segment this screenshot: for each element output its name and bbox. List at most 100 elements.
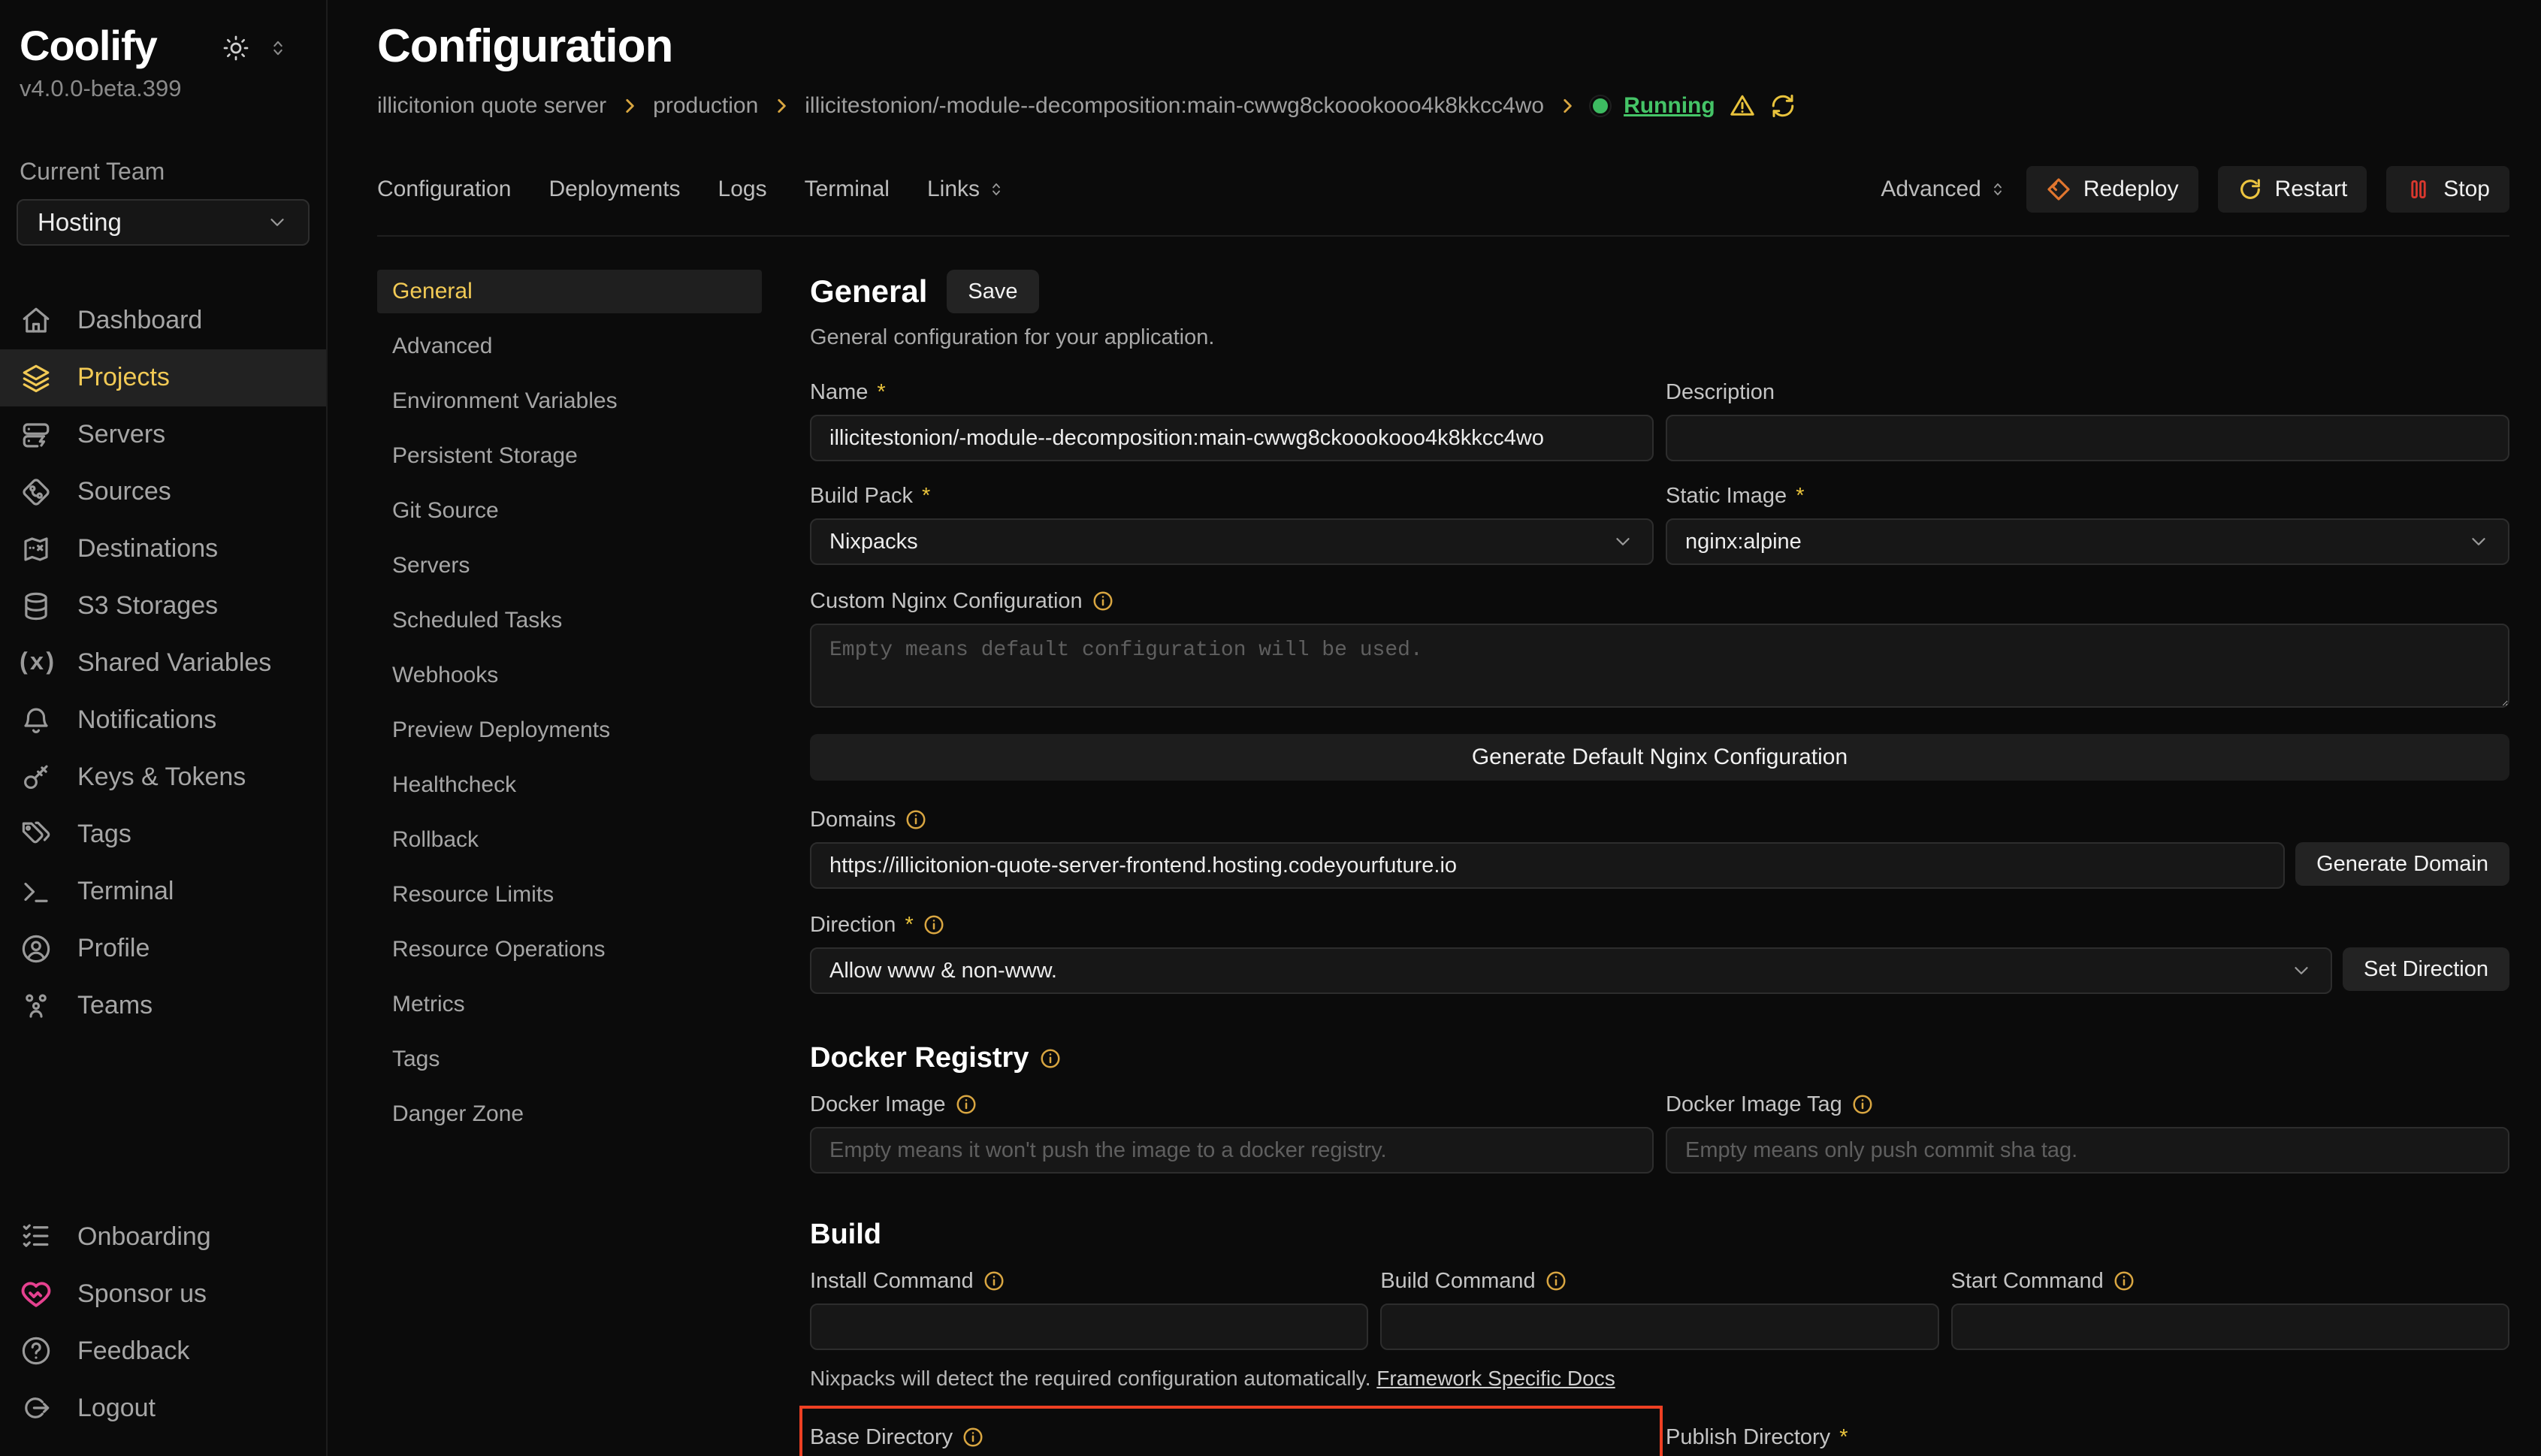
subnav-item-rollback[interactable]: Rollback [377, 818, 762, 862]
info-icon[interactable] [955, 1093, 977, 1116]
restart-button[interactable]: Restart [2218, 166, 2367, 213]
subnav-item-danger-zone[interactable]: Danger Zone [377, 1092, 762, 1136]
refresh-icon[interactable] [1769, 92, 1796, 119]
domains-label: Domains [810, 808, 896, 832]
sidebar-item-notifications[interactable]: Notifications [0, 692, 326, 749]
status-running-link[interactable]: Running [1624, 93, 1715, 119]
info-icon[interactable] [1851, 1093, 1874, 1116]
framework-docs-link[interactable]: Framework Specific Docs [1376, 1367, 1615, 1390]
set-direction-button[interactable]: Set Direction [2343, 947, 2509, 991]
static-image-select[interactable]: nginx:alpine [1666, 518, 2509, 565]
theme-toggle-sun-icon[interactable] [222, 35, 249, 62]
docker-image-input[interactable] [810, 1127, 1654, 1174]
sidebar-item-sources[interactable]: Sources [0, 464, 326, 521]
sidebar-item-keys-tokens[interactable]: Keys & Tokens [0, 749, 326, 806]
key-icon [20, 762, 52, 793]
sidebar-item-logout[interactable]: Logout [0, 1379, 326, 1436]
sidebar-item-sponsor[interactable]: Sponsor us [0, 1265, 326, 1322]
info-icon[interactable] [2113, 1270, 2135, 1292]
start-command-label: Start Command [1951, 1269, 2104, 1294]
sidebar-item-destinations[interactable]: Destinations [0, 521, 326, 578]
subnav-item-resource-operations[interactable]: Resource Operations [377, 928, 762, 971]
bell-icon [20, 705, 52, 736]
breadcrumb-project[interactable]: illicitonion quote server [377, 93, 606, 119]
tab-logs[interactable]: Logs [718, 177, 767, 202]
team-select[interactable]: Hosting [17, 199, 310, 246]
config-subnav: General Advanced Environment Variables P… [377, 270, 762, 1456]
logout-icon [20, 1392, 52, 1424]
name-input[interactable] [810, 415, 1654, 461]
subnav-item-metrics[interactable]: Metrics [377, 983, 762, 1026]
sidebar-item-dashboard[interactable]: Dashboard [0, 292, 326, 349]
generate-nginx-config-button[interactable]: Generate Default Nginx Configuration [810, 734, 2509, 781]
tab-configuration[interactable]: Configuration [377, 177, 511, 202]
start-command-input[interactable] [1951, 1303, 2509, 1350]
domains-field: Domains Generate Domain [810, 803, 2509, 889]
sidebar-item-terminal[interactable]: Terminal [0, 863, 326, 920]
advanced-dropdown[interactable]: Advanced [1881, 177, 2006, 202]
subnav-item-healthcheck[interactable]: Healthcheck [377, 763, 762, 807]
build-command-field: Build Command [1380, 1264, 1938, 1350]
sidebar-item-s3-storages[interactable]: S3 Storages [0, 578, 326, 635]
tab-deployments[interactable]: Deployments [548, 177, 680, 202]
sidebar-item-projects[interactable]: Projects [0, 349, 326, 406]
stop-button[interactable]: Stop [2386, 166, 2509, 213]
domains-input[interactable] [810, 842, 2285, 889]
info-icon[interactable] [923, 914, 945, 936]
docker-image-tag-input[interactable] [1666, 1127, 2509, 1174]
build-pack-value: Nixpacks [829, 530, 918, 554]
install-command-input[interactable] [810, 1303, 1368, 1350]
info-icon[interactable] [1039, 1047, 1062, 1070]
sidebar-item-onboarding[interactable]: Onboarding [0, 1208, 326, 1265]
static-image-value: nginx:alpine [1685, 530, 1802, 554]
sidebar-item-label: Feedback [77, 1337, 189, 1366]
page-title: Configuration [377, 20, 2509, 73]
subnav-item-webhooks[interactable]: Webhooks [377, 654, 762, 697]
chevron-down-icon [1612, 530, 1634, 553]
docker-image-label: Docker Image [810, 1092, 946, 1117]
page-body: General Advanced Environment Variables P… [328, 237, 2541, 1456]
heart-handshake-icon [20, 1278, 52, 1309]
subnav-item-servers[interactable]: Servers [377, 544, 762, 588]
build-command-label: Build Command [1380, 1269, 1535, 1294]
version-selector-icon[interactable] [267, 38, 289, 59]
tab-links[interactable]: Links [927, 177, 1005, 202]
sidebar-item-label: Onboarding [77, 1222, 211, 1252]
home-icon [20, 305, 52, 337]
sidebar-item-shared-variables[interactable]: (x) Shared Variables [0, 635, 326, 692]
subnav-item-scheduled-tasks[interactable]: Scheduled Tasks [377, 599, 762, 642]
build-command-input[interactable] [1380, 1303, 1938, 1350]
layers-icon [20, 362, 52, 394]
direction-select[interactable]: Allow www & non-www. [810, 947, 2332, 994]
sidebar-item-servers[interactable]: Servers [0, 406, 326, 464]
subnav-item-environment-variables[interactable]: Environment Variables [377, 379, 762, 423]
save-button[interactable]: Save [947, 270, 1038, 313]
info-icon[interactable] [962, 1426, 984, 1448]
description-input[interactable] [1666, 415, 2509, 461]
custom-nginx-textarea[interactable] [810, 624, 2509, 708]
subnav-item-tags[interactable]: Tags [377, 1038, 762, 1081]
sidebar-item-profile[interactable]: Profile [0, 920, 326, 977]
subnav-item-general[interactable]: General [377, 270, 762, 313]
chevron-right-icon [1558, 96, 1577, 116]
breadcrumb-environment[interactable]: production [653, 93, 758, 119]
tab-terminal[interactable]: Terminal [805, 177, 890, 202]
info-icon[interactable] [1545, 1270, 1567, 1292]
subnav-item-resource-limits[interactable]: Resource Limits [377, 873, 762, 917]
subnav-item-persistent-storage[interactable]: Persistent Storage [377, 434, 762, 478]
breadcrumb-application[interactable]: illicitestonion/-module--decomposition:m… [805, 93, 1544, 119]
tags-icon [20, 819, 52, 850]
redeploy-button[interactable]: Redeploy [2026, 166, 2198, 213]
subnav-item-advanced[interactable]: Advanced [377, 325, 762, 368]
warning-triangle-icon[interactable] [1729, 92, 1756, 119]
info-icon[interactable] [1092, 590, 1114, 612]
sidebar-item-tags[interactable]: Tags [0, 806, 326, 863]
info-icon[interactable] [905, 808, 927, 831]
generate-domain-button[interactable]: Generate Domain [2295, 842, 2509, 886]
sidebar-item-feedback[interactable]: Feedback [0, 1322, 326, 1379]
subnav-item-preview-deployments[interactable]: Preview Deployments [377, 708, 762, 752]
info-icon[interactable] [983, 1270, 1005, 1292]
sidebar-item-teams[interactable]: Teams [0, 977, 326, 1035]
subnav-item-git-source[interactable]: Git Source [377, 489, 762, 533]
build-pack-select[interactable]: Nixpacks [810, 518, 1654, 565]
